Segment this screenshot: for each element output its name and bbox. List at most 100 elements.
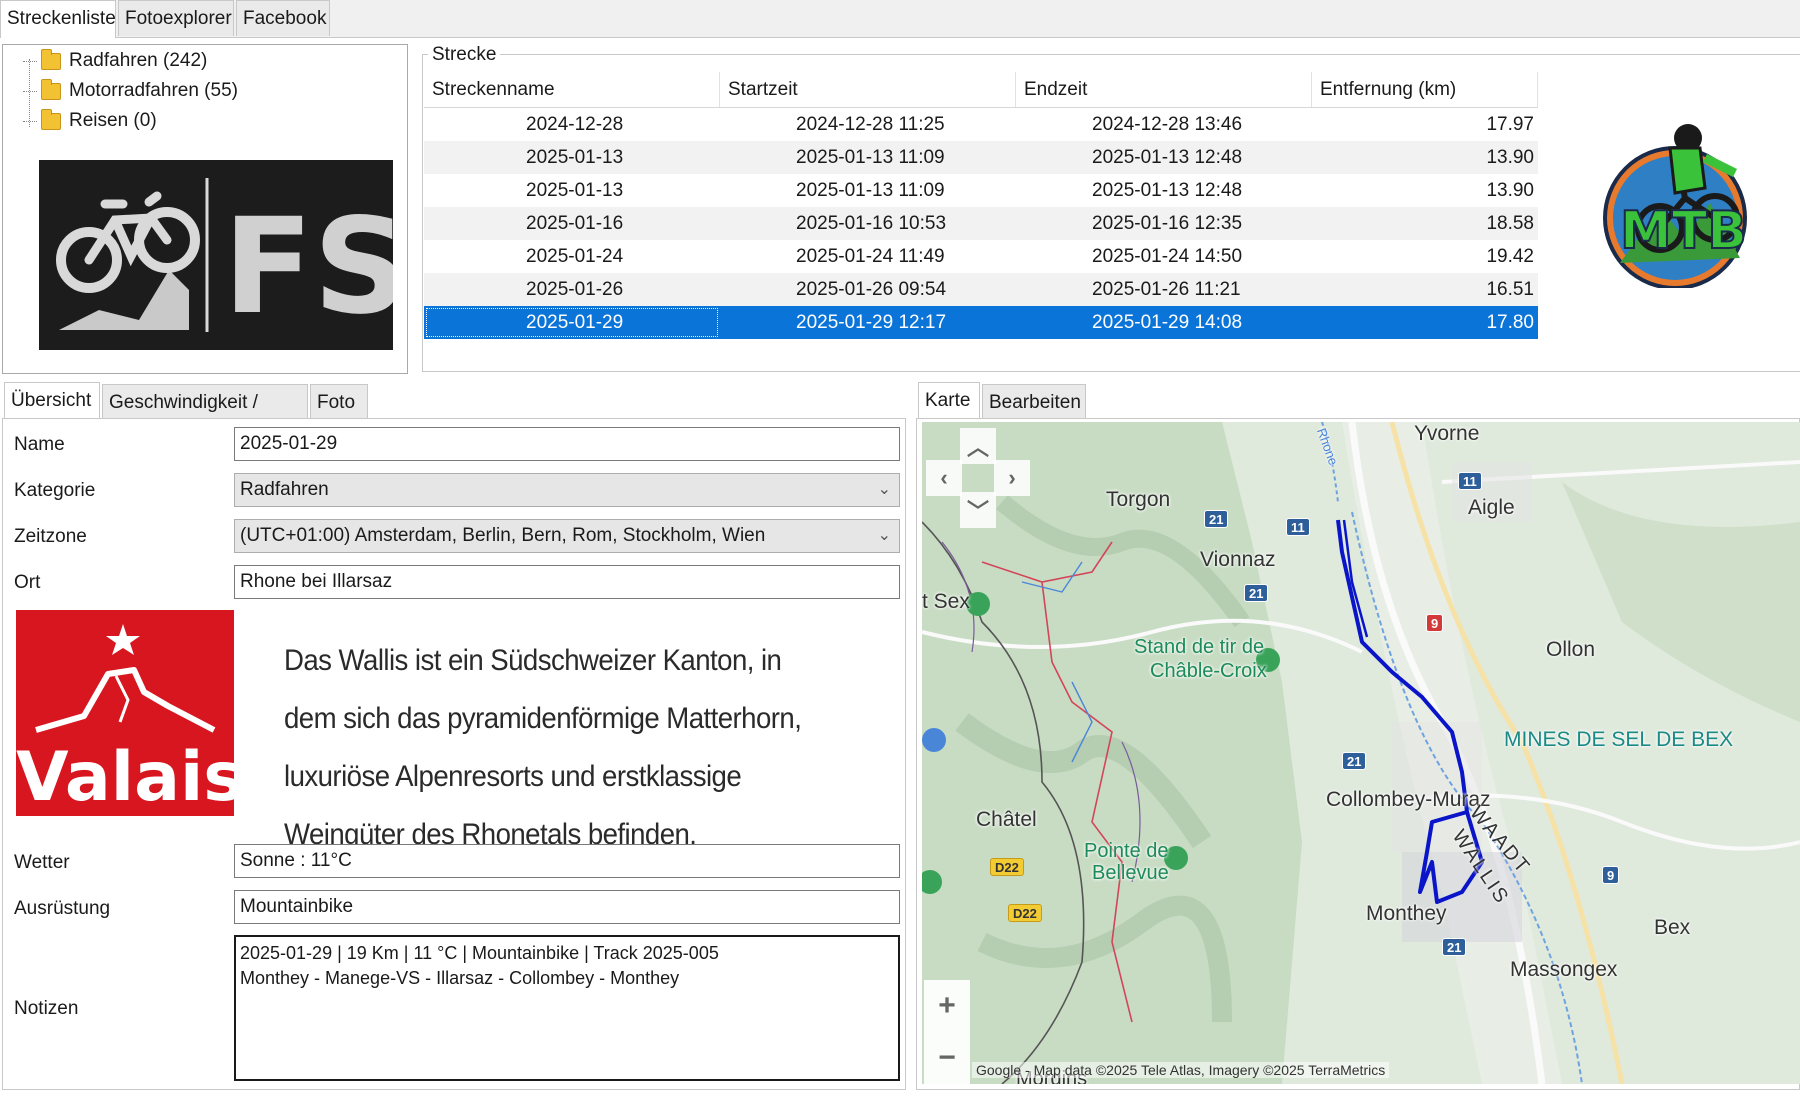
tab-geschwindigkeit-hoehe[interactable]: Geschwindigkeit / Höhe [102,384,308,449]
tab-karte[interactable]: Karte [918,382,980,420]
tab-label: Fotoexplorer [125,8,232,29]
cell-start: 2025-01-13 11:09 [796,147,945,168]
zeitzone-value: (UTC+01:00) Amsterdam, Berlin, Bern, Rom… [240,525,766,546]
cell-name: 2025-01-29 [424,306,720,339]
column-header-endzeit[interactable]: Endzeit [1016,72,1312,107]
kanton-description: Das Wallis ist ein Südschweizer Kanton, … [284,644,802,851]
table-header: Streckenname Startzeit Endzeit Entfernun… [424,72,1538,108]
tree-item-label: Reisen (0) [69,110,157,131]
notizen-label: Notizen [14,998,79,1019]
ausruestung-field[interactable]: Mountainbike [234,890,900,924]
kategorie-select[interactable]: Radfahren ⌄ [234,473,900,507]
cell-km: 16.51 [1486,279,1534,300]
zeitzone-select[interactable]: (UTC+01:00) Amsterdam, Berlin, Bern, Rom… [234,519,900,553]
wetter-label: Wetter [14,852,70,873]
pan-up-button[interactable]: ︿ [960,428,996,464]
mountain-biker-icon: MTB [1603,124,1748,290]
column-header-streckenname[interactable]: Streckenname [424,72,720,107]
tree-item-reisen[interactable]: Reisen (0) [23,107,157,135]
cell-end: 2025-01-26 11:21 [1092,279,1241,300]
ausruestung-label: Ausrüstung [14,898,111,919]
map-label-ollon: Ollon [1546,638,1596,661]
tree-connector [23,60,37,62]
road-shield: 21 [1244,584,1269,602]
cell-start: 2025-01-24 11:49 [796,246,945,267]
cell-km: 13.90 [1486,147,1534,168]
folder-icon [41,48,61,70]
map-label-massongex: Massongex [1510,958,1618,981]
road-shield: 9 [1426,614,1444,632]
name-field[interactable]: 2025-01-29 [234,427,900,461]
map-label-sex: t Sex [922,590,970,613]
column-header-startzeit[interactable]: Startzeit [720,72,1016,107]
wetter-field[interactable]: Sonne : 11°C [234,844,900,878]
table-row[interactable]: 2025-01-13 2025-01-13 11:09 2025-01-13 1… [424,141,1538,174]
table-row-selected[interactable]: 2025-01-29 2025-01-29 12:17 2025-01-29 1… [424,306,1538,339]
chevron-up-icon: ︿ [966,435,989,460]
tab-facebook[interactable]: Facebook [236,0,330,36]
pan-right-button[interactable]: › [994,460,1030,496]
map-label-yvorne: Yvorne [1414,422,1480,445]
mtb-logo-text: MTB [1620,201,1747,261]
road-shield: D22 [990,858,1024,876]
road-shield: D22 [1008,904,1042,922]
tab-foto[interactable]: Foto [310,384,368,420]
chevron-right-icon: › [1008,465,1016,490]
cell-name: 2025-01-24 [526,246,624,267]
notizen-line: Monthey - Manege-VS - Illarsaz - Collomb… [240,968,680,988]
road-shield: 11 [1286,518,1310,536]
cell-km: 17.97 [1486,114,1534,135]
map-label-torgon: Torgon [1106,488,1171,511]
tab-fotoexplorer[interactable]: Fotoexplorer [118,0,234,36]
cell-start: 2025-01-16 10:53 [796,213,947,234]
folder-icon [41,78,61,100]
tab-label: Facebook [243,8,327,29]
table-row[interactable]: 2025-01-16 2025-01-16 10:53 2025-01-16 1… [424,207,1538,240]
tab-label: Foto [317,392,356,413]
cell-name: 2025-01-13 [526,180,624,201]
chevron-down-icon: ⌄ [877,481,891,498]
notizen-line: 2025-01-29 | 19 Km | 11 °C | Mountainbik… [240,943,719,963]
kategorie-value: Radfahren [240,479,329,500]
table-row[interactable]: 2025-01-13 2025-01-13 11:09 2025-01-13 1… [424,174,1538,207]
column-header-entfernung[interactable]: Entfernung (km) [1312,72,1538,107]
pan-down-button[interactable]: ﹀ [960,492,996,528]
wetter-value: Sonne : 11°C [240,850,352,871]
tree-item-radfahren[interactable]: Radfahren (242) [23,47,207,75]
zoom-out-button[interactable]: − [924,1032,970,1084]
ort-field[interactable]: Rhone bei Illarsaz [234,565,900,599]
notizen-textarea[interactable]: 2025-01-29 | 19 Km | 11 °C | Mountainbik… [234,935,900,1081]
folder-icon [41,108,61,130]
cell-name: 2025-01-16 [526,213,624,234]
kategorie-label: Kategorie [14,480,96,501]
mtb-logo: MTB [1590,118,1760,290]
tree-item-motorradfahren[interactable]: Motorradfahren (55) [23,77,238,105]
tab-label: Übersicht [11,390,92,411]
map-label-mines-de-sel: MINES DE SEL DE BEX [1504,728,1734,751]
chevron-down-icon: ﹀ [966,499,989,524]
tab-label: Streckenliste [7,8,116,29]
table-row[interactable]: 2024-12-28 2024-12-28 11:25 2024-12-28 1… [424,108,1538,141]
zoom-in-button[interactable]: + [924,980,970,1032]
tab-streckenliste[interactable]: Streckenliste [0,0,116,38]
map-label-aigle: Aigle [1468,496,1515,519]
pan-left-button[interactable]: ‹ [926,460,962,496]
tree-connector [23,90,37,92]
tab-uebersicht[interactable]: Übersicht [4,382,100,420]
tab-bearbeiten[interactable]: Bearbeiten [982,384,1086,420]
road-shield: 9 [1602,866,1620,884]
cell-start: 2025-01-29 12:17 [796,312,947,333]
map-label-monthey: Monthey [1366,902,1447,925]
cell-km: 13.90 [1486,180,1534,201]
fs-logo-text: FS [223,190,393,344]
table-row[interactable]: 2025-01-24 2025-01-24 11:49 2025-01-24 1… [424,240,1538,273]
tree-item-label: Radfahren (242) [69,50,208,71]
matterhorn-icon: Valais [16,624,244,817]
road-shield: 21 [1442,938,1467,956]
main-tab-bar: Streckenliste Fotoexplorer Facebook [0,0,1800,38]
cell-km: 18.58 [1486,213,1534,234]
table-row[interactable]: 2025-01-26 2025-01-26 09:54 2025-01-26 1… [424,273,1538,306]
route-map[interactable]: Yvorne Aigle Torgon Vionnaz t Sex Stand … [922,422,1800,1084]
cell-end: 2025-01-16 12:35 [1092,213,1243,234]
map-label-bellevue: Bellevue [1092,862,1169,884]
